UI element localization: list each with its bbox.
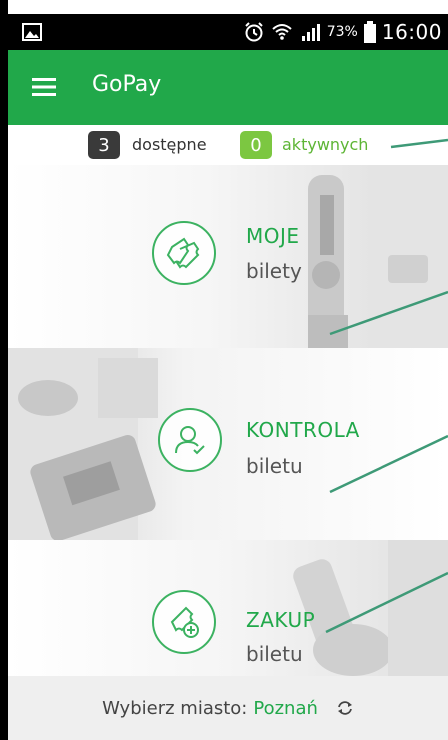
refresh-icon[interactable]	[336, 699, 354, 717]
ticket-counters: 3 dostępne 0 aktywnych	[8, 125, 448, 165]
tile-background-image	[8, 540, 448, 676]
wifi-icon	[272, 24, 292, 40]
ticket-add-icon-circle	[152, 590, 216, 654]
app-title: GoPay	[92, 72, 162, 97]
status-bar: 73% 16:00	[8, 14, 448, 50]
user-check-icon	[175, 426, 205, 455]
battery-percent: 73%	[326, 24, 358, 40]
signal-icon	[301, 24, 320, 41]
tile-buy-ticket-title: ZAKUP	[246, 608, 316, 632]
clock: 16:00	[381, 20, 442, 44]
tile-ticket-control[interactable]: KONTROLA biletu	[8, 348, 448, 540]
tile-background-image	[8, 348, 448, 540]
available-label: dostępne	[132, 135, 207, 154]
tile-background-image	[8, 165, 448, 348]
city-selector-label: Wybierz miasto:	[102, 697, 248, 719]
user-check-icon-circle	[158, 408, 222, 472]
tile-buy-ticket-subtitle: biletu	[246, 642, 303, 666]
image-icon	[22, 23, 42, 41]
available-count-badge: 3	[88, 131, 120, 159]
city-selector[interactable]: Wybierz miasto: Poznań	[8, 676, 448, 740]
battery-icon	[363, 21, 376, 43]
tile-ticket-control-title: KONTROLA	[246, 418, 360, 442]
selected-city[interactable]: Poznań	[253, 698, 318, 719]
tile-my-tickets-title: MOJE	[246, 224, 300, 248]
tile-buy-ticket[interactable]: ZAKUP biletu	[8, 540, 448, 676]
active-label: aktywnych	[282, 135, 369, 154]
ticket-add-icon	[170, 606, 199, 638]
app-screen: 73% 16:00 GoPay 3 dostępne 0 aktywnych M…	[8, 0, 448, 740]
alarm-icon	[245, 22, 263, 42]
tickets-icon-circle	[152, 221, 216, 285]
tile-my-tickets[interactable]: MOJE bilety	[8, 165, 448, 348]
tickets-icon	[166, 237, 200, 269]
tile-ticket-control-subtitle: biletu	[246, 454, 303, 478]
app-bar: GoPay	[8, 50, 448, 125]
hamburger-menu-icon[interactable]	[32, 76, 56, 98]
active-count-badge: 0	[240, 131, 272, 159]
tile-my-tickets-subtitle: bilety	[246, 259, 302, 283]
